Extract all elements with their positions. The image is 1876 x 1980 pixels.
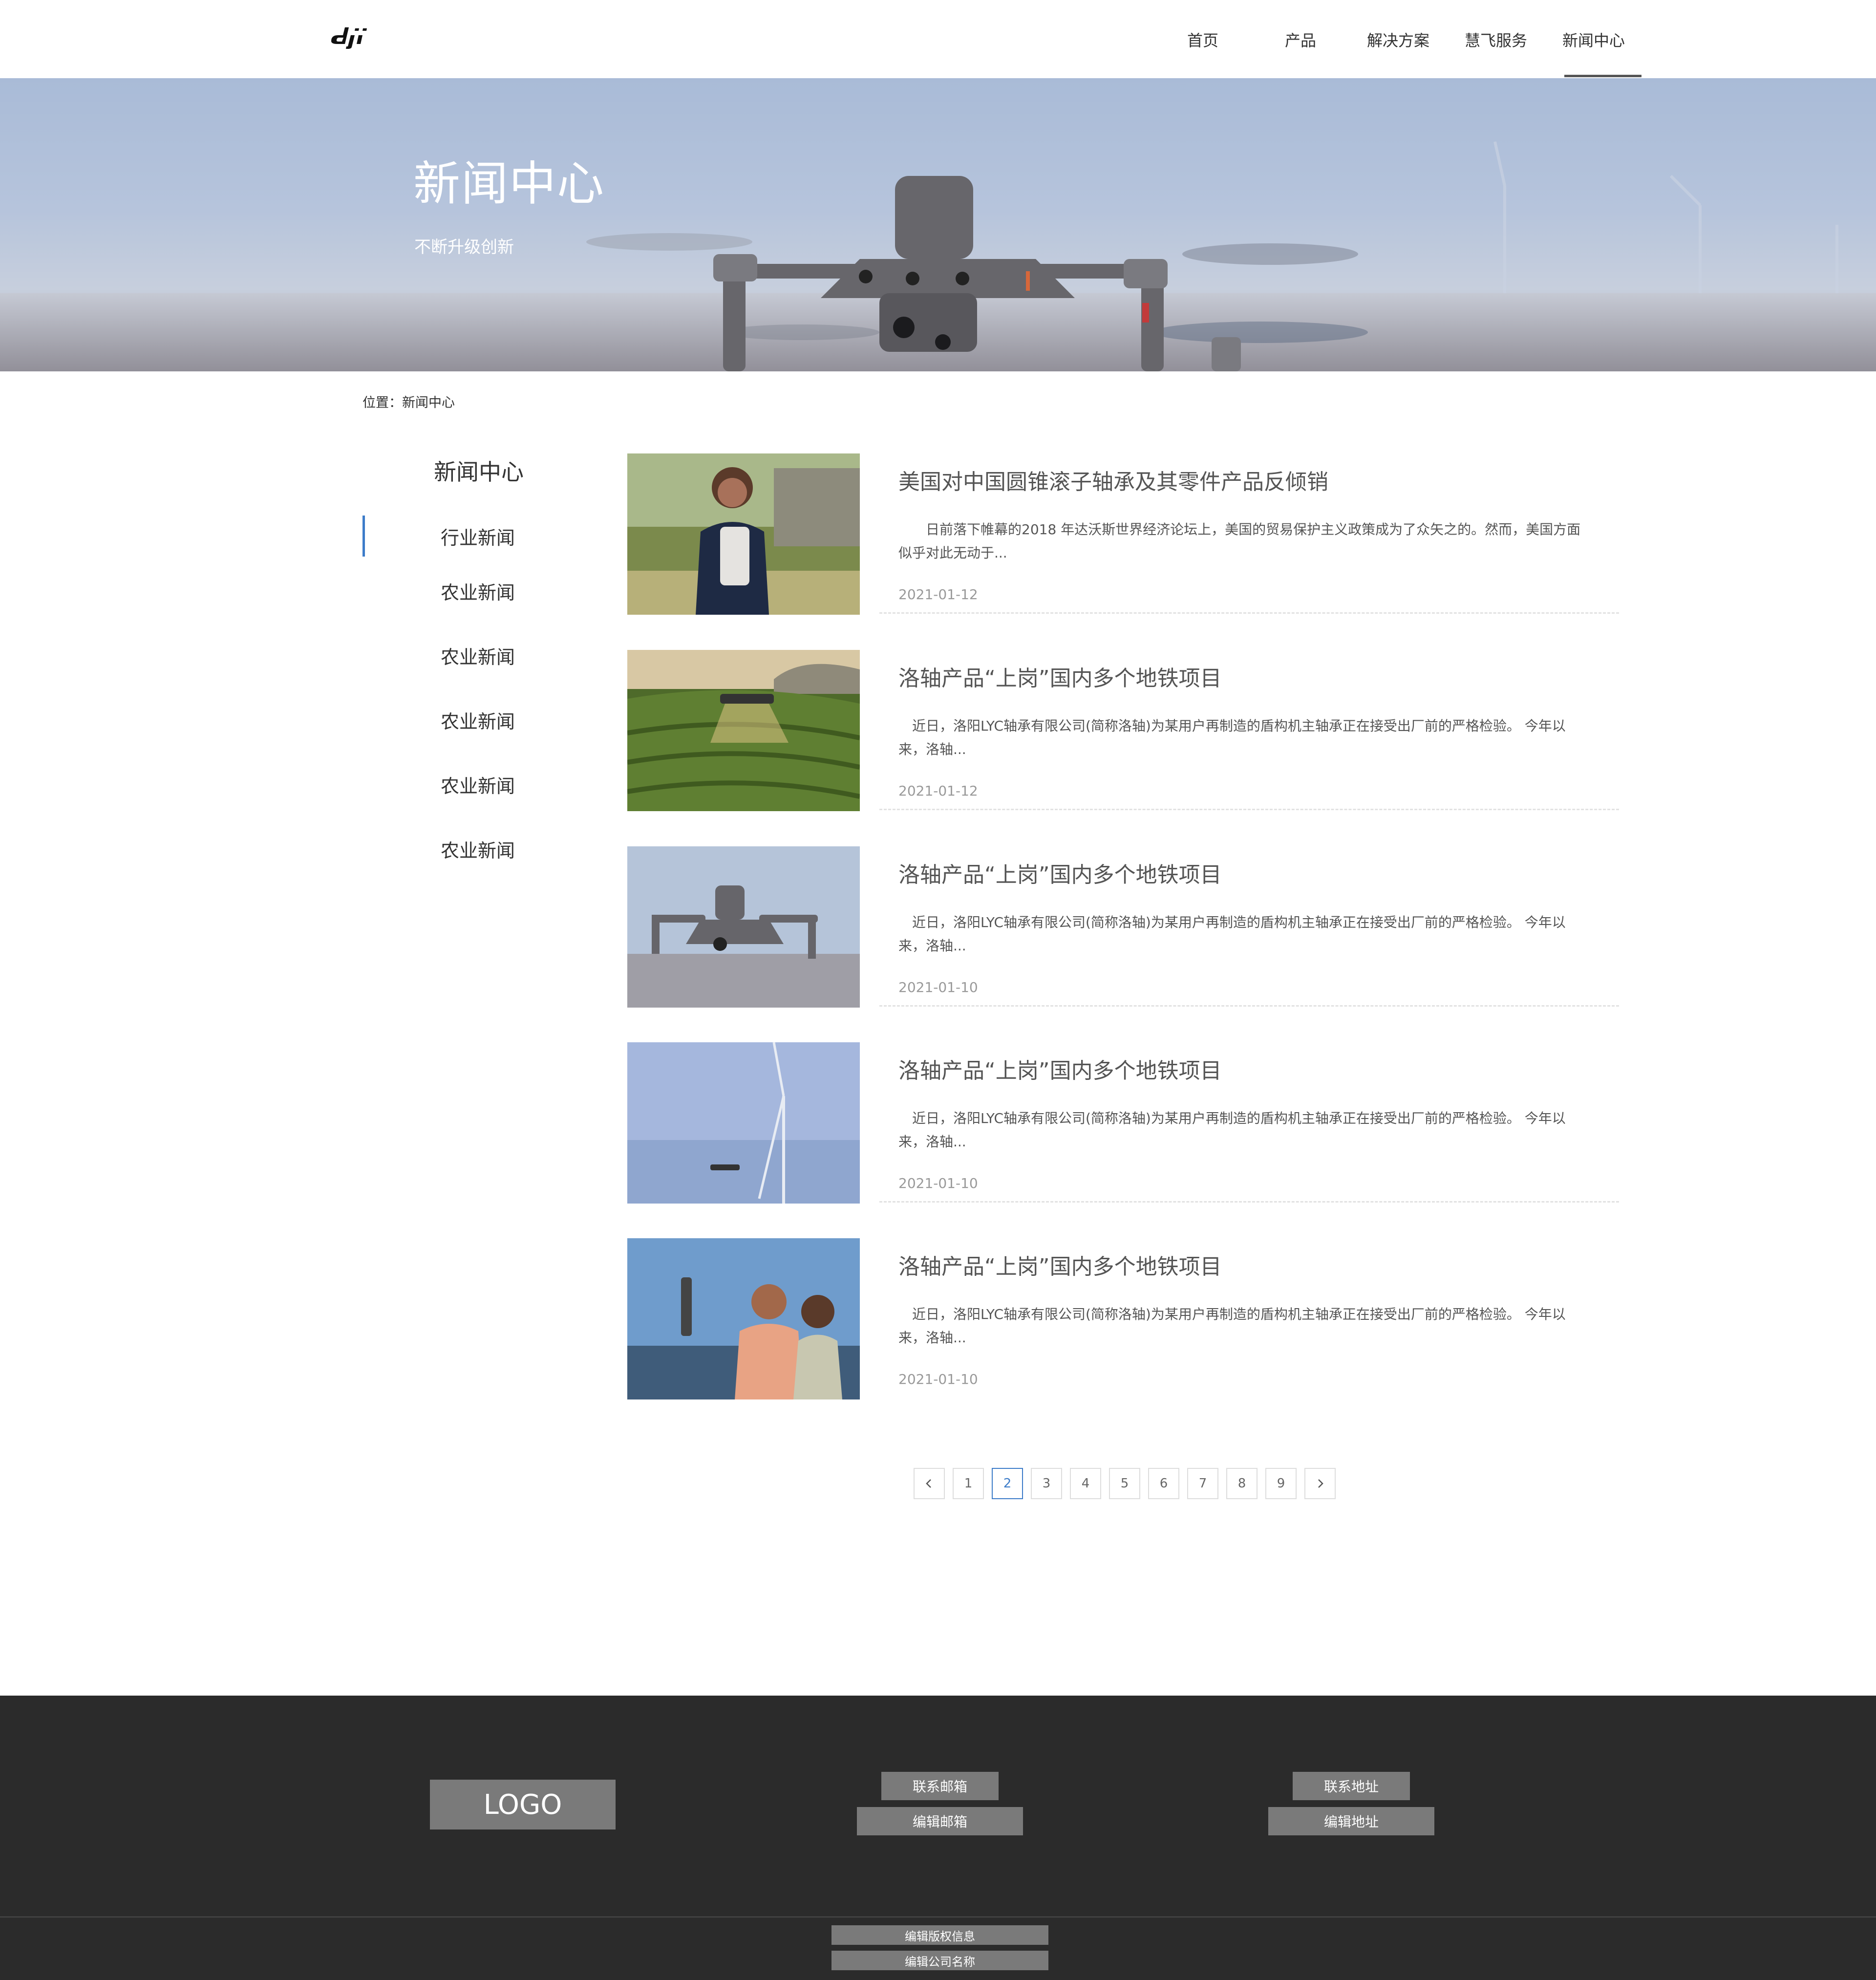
sidebar-active-indicator [362,516,365,557]
page-button[interactable]: 6 [1148,1468,1179,1499]
page-button[interactable]: 7 [1187,1468,1218,1499]
footer-company-name: 编辑公司名称 [831,1951,1048,1970]
news-image[interactable] [627,453,860,615]
news-title[interactable]: 洛轴产品“上岗”国内多个地铁项目 [898,1249,1222,1280]
news-image[interactable] [627,1042,860,1204]
news-item[interactable]: 洛轴产品“上岗”国内多个地铁项目 近日，洛阳LYC轴承有限公司(简称洛轴)为某用… [627,650,1619,811]
footer-address-value[interactable]: 编辑地址 [1268,1807,1434,1835]
drone-banner-image [0,141,1876,371]
chevron-right-icon [1318,1479,1323,1488]
nav-item-home[interactable]: 首页 [1187,28,1218,51]
nav-active-underline [1564,75,1642,77]
news-title[interactable]: 洛轴产品“上岗”国内多个地铁项目 [898,857,1222,888]
news-summary: 近日，洛阳LYC轴承有限公司(简称洛轴)为某用户再制造的盾构机主轴承正在接受出厂… [898,1306,1566,1346]
news-item[interactable]: 美国对中国圆锥滚子轴承及其零件产品反倾销 日前落下帷幕的2018 年达沃斯世界经… [627,453,1619,615]
news-image[interactable] [627,846,860,1008]
news-date: 2021-01-10 [898,1371,978,1387]
news-title[interactable]: 美国对中国圆锥滚子轴承及其零件产品反倾销 [898,464,1328,495]
news-image[interactable] [627,650,860,811]
banner-subtitle: 不断升级创新 [414,237,514,257]
footer-address-label: 联系地址 [1293,1772,1410,1800]
news-summary: 日前落下帷幕的2018 年达沃斯世界经济论坛上，美国的贸易保护主义政策成为了众矢… [898,521,1581,561]
prev-page-button[interactable] [914,1468,945,1499]
news-summary: 近日，洛阳LYC轴承有限公司(简称洛轴)为某用户再制造的盾构机主轴承正在接受出厂… [898,718,1566,757]
sidebar-item-agri-news[interactable]: 农业新闻 [441,642,515,669]
sidebar-title: 新闻中心 [434,459,524,485]
news-title[interactable]: 洛轴产品“上岗”国内多个地铁项目 [898,661,1222,692]
footer-logo[interactable]: LOGO [430,1780,616,1829]
news-date: 2021-01-12 [898,586,978,603]
nav-item-solutions[interactable]: 解决方案 [1367,28,1429,51]
news-title[interactable]: 洛轴产品“上岗”国内多个地铁项目 [898,1053,1222,1084]
news-divider [879,1201,1619,1203]
page-button-current[interactable]: 2 [992,1468,1023,1499]
news-item[interactable]: 洛轴产品“上岗”国内多个地铁项目 近日，洛阳LYC轴承有限公司(简称洛轴)为某用… [627,1042,1619,1204]
nav-item-service[interactable]: 慧飞服务 [1465,28,1527,51]
next-page-button[interactable] [1304,1468,1336,1499]
news-divider [879,1005,1619,1007]
site-footer: LOGO 联系邮箱 编辑邮箱 联系地址 编辑地址 编辑版权信息 编辑公司名称 [0,1696,1876,1980]
footer-copyright: 编辑版权信息 [831,1925,1048,1945]
site-header: 首页 产品 解决方案 慧飞服务 新闻中心 [0,0,1876,78]
footer-divider [0,1916,1876,1917]
news-summary: 近日，洛阳LYC轴承有限公司(简称洛轴)为某用户再制造的盾构机主轴承正在接受出厂… [898,914,1566,954]
banner-title: 新闻中心 [413,156,605,211]
page-button[interactable]: 5 [1109,1468,1140,1499]
chevron-left-icon [926,1479,931,1488]
footer-email-label: 联系邮箱 [881,1772,999,1800]
page-button[interactable]: 9 [1265,1468,1297,1499]
sidebar-item-agri-news[interactable]: 农业新闻 [441,836,515,862]
news-date: 2021-01-12 [898,783,978,799]
page-button[interactable]: 4 [1070,1468,1101,1499]
page-button[interactable]: 1 [953,1468,984,1499]
breadcrumb: 位置：新闻中心 [362,395,455,410]
sidebar-item-agri-news[interactable]: 农业新闻 [441,707,515,733]
news-divider [879,612,1619,614]
news-date: 2021-01-10 [898,979,978,995]
sidebar-item-agri-news[interactable]: 农业新闻 [441,771,515,798]
nav-item-products[interactable]: 产品 [1285,28,1316,51]
news-item[interactable]: 洛轴产品“上岗”国内多个地铁项目 近日，洛阳LYC轴承有限公司(简称洛轴)为某用… [627,1238,1619,1399]
news-image[interactable] [627,1238,860,1399]
page-button[interactable]: 3 [1031,1468,1062,1499]
page-button[interactable]: 8 [1226,1468,1258,1499]
sidebar-item-agri-news[interactable]: 农业新闻 [441,578,515,604]
sidebar-item-industry-news[interactable]: 行业新闻 [441,523,515,550]
news-summary: 近日，洛阳LYC轴承有限公司(简称洛轴)为某用户再制造的盾构机主轴承正在接受出厂… [898,1110,1566,1150]
hero-banner: 新闻中心 不断升级创新 [0,78,1876,371]
main-nav: 首页 产品 解决方案 慧飞服务 新闻中心 [0,0,1876,78]
footer-email-value[interactable]: 编辑邮箱 [857,1807,1023,1835]
news-divider [879,809,1619,810]
nav-item-news[interactable]: 新闻中心 [1562,28,1625,51]
news-date: 2021-01-10 [898,1175,978,1191]
news-item[interactable]: 洛轴产品“上岗”国内多个地铁项目 近日，洛阳LYC轴承有限公司(简称洛轴)为某用… [627,846,1619,1008]
